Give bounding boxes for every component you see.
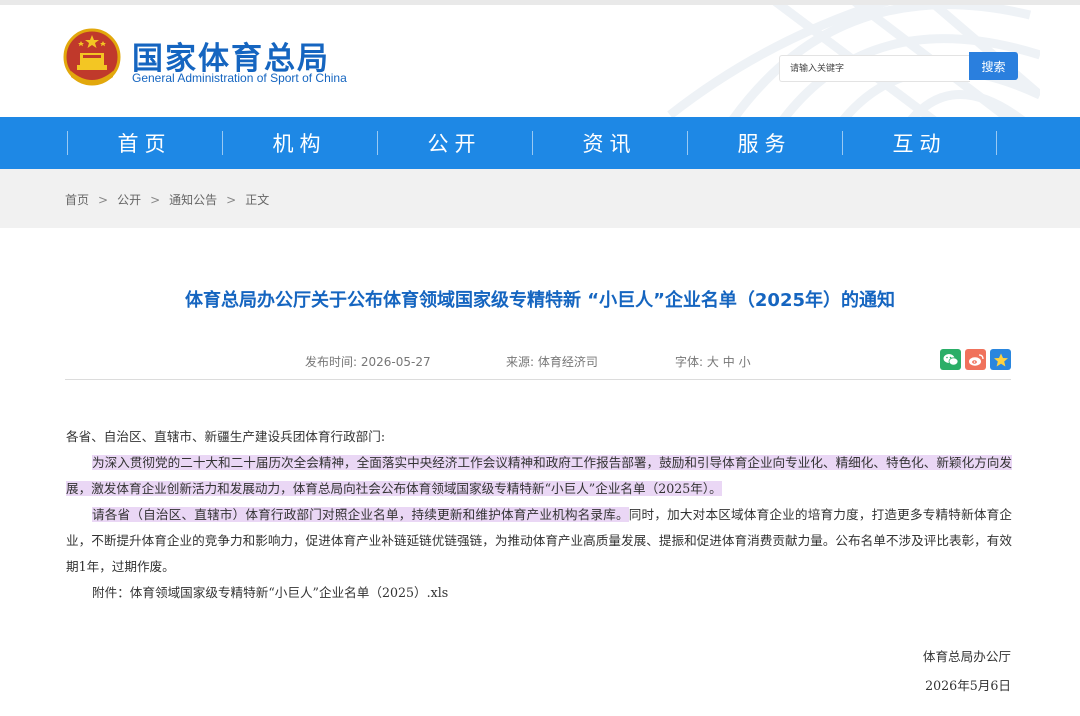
source-name: 体育经济司	[537, 355, 598, 369]
breadcrumb-current: 正文	[245, 193, 270, 207]
national-emblem-icon	[63, 28, 121, 86]
nav-item-public[interactable]: 公开	[377, 117, 532, 169]
breadcrumb-bar: 首页 > 公开 > 通知公告 > 正文	[0, 169, 1080, 228]
nav-item-organization[interactable]: 机构	[222, 117, 377, 169]
publish-label: 发布时间:	[305, 355, 358, 369]
nav-item-services[interactable]: 服务	[687, 117, 842, 169]
publish-info: 发布时间: 2026-05-27	[305, 353, 431, 370]
nav-item-news[interactable]: 资讯	[532, 117, 687, 169]
search-box	[779, 55, 970, 82]
paragraph-2: 请各省（自治区、直辖市）体育行政部门对照企业名单，持续更新和维护体育产业机构名录…	[66, 502, 1012, 580]
paragraph-1: 为深入贯彻党的二十大和二十届历次全会精神，全面落实中央经济工作会议精神和政府工作…	[66, 450, 1012, 502]
meta-divider	[65, 379, 1011, 380]
salutation: 各省、自治区、直辖市、新疆生产建设兵团体育行政部门:	[66, 429, 386, 444]
font-size-large[interactable]: 大	[707, 355, 719, 369]
source-info: 来源: 体育经济司	[506, 353, 598, 370]
font-size-label: 字体:	[675, 355, 704, 369]
publish-date: 2026-05-27	[360, 355, 431, 369]
favorite-icon[interactable]	[990, 349, 1011, 370]
main-nav: 首页 机构 公开 资讯 服务 互动	[0, 117, 1080, 169]
breadcrumb-separator: >	[226, 192, 237, 207]
site-header: 国家体育总局 General Administration of Sport o…	[0, 5, 1080, 117]
highlighted-text: 请各省（自治区、直辖市）体育行政部门对照企业名单，持续更新和维护体育产业机构名录…	[92, 507, 629, 522]
highlighted-text: 为深入贯彻党的二十大和二十届历次全会精神，全面落实中央经济工作会议精神和政府工作…	[66, 455, 1012, 496]
breadcrumb-separator: >	[150, 192, 161, 207]
search-button[interactable]: 搜索	[969, 52, 1018, 80]
breadcrumb-public[interactable]: 公开	[117, 191, 141, 208]
site-title-english[interactable]: General Administration of Sport of China	[132, 71, 347, 85]
article-title: 体育总局办公厅关于公布体育领域国家级专精特新 “小巨人”企业名单（2025年）的…	[184, 290, 896, 311]
font-size-small[interactable]: 小	[739, 355, 751, 369]
breadcrumb-home[interactable]: 首页	[65, 191, 89, 208]
article-body: 各省、自治区、直辖市、新疆生产建设兵团体育行政部门: 为深入贯彻党的二十大和二十…	[66, 424, 1012, 606]
nav-item-interaction[interactable]: 互动	[842, 117, 997, 169]
font-size-medium[interactable]: 中	[723, 355, 735, 369]
attachment-link[interactable]: 附件：体育领域国家级专精特新“小巨人”企业名单（2025）.xls	[66, 580, 1012, 606]
nav-divider	[996, 131, 997, 155]
search-input[interactable]	[788, 56, 968, 82]
signature: 体育总局办公厅	[922, 649, 1011, 664]
wechat-icon[interactable]	[940, 349, 961, 370]
breadcrumb: 首页 > 公开 > 通知公告 > 正文	[65, 191, 269, 208]
breadcrumb-separator: >	[98, 192, 109, 207]
font-size-control: 字体: 大 中 小	[675, 353, 751, 370]
source-label: 来源:	[506, 355, 535, 369]
sign-date: 2026年5月6日	[925, 678, 1011, 693]
nav-item-home[interactable]: 首页	[67, 117, 222, 169]
weibo-icon[interactable]	[965, 349, 986, 370]
breadcrumb-notices[interactable]: 通知公告	[169, 191, 217, 208]
